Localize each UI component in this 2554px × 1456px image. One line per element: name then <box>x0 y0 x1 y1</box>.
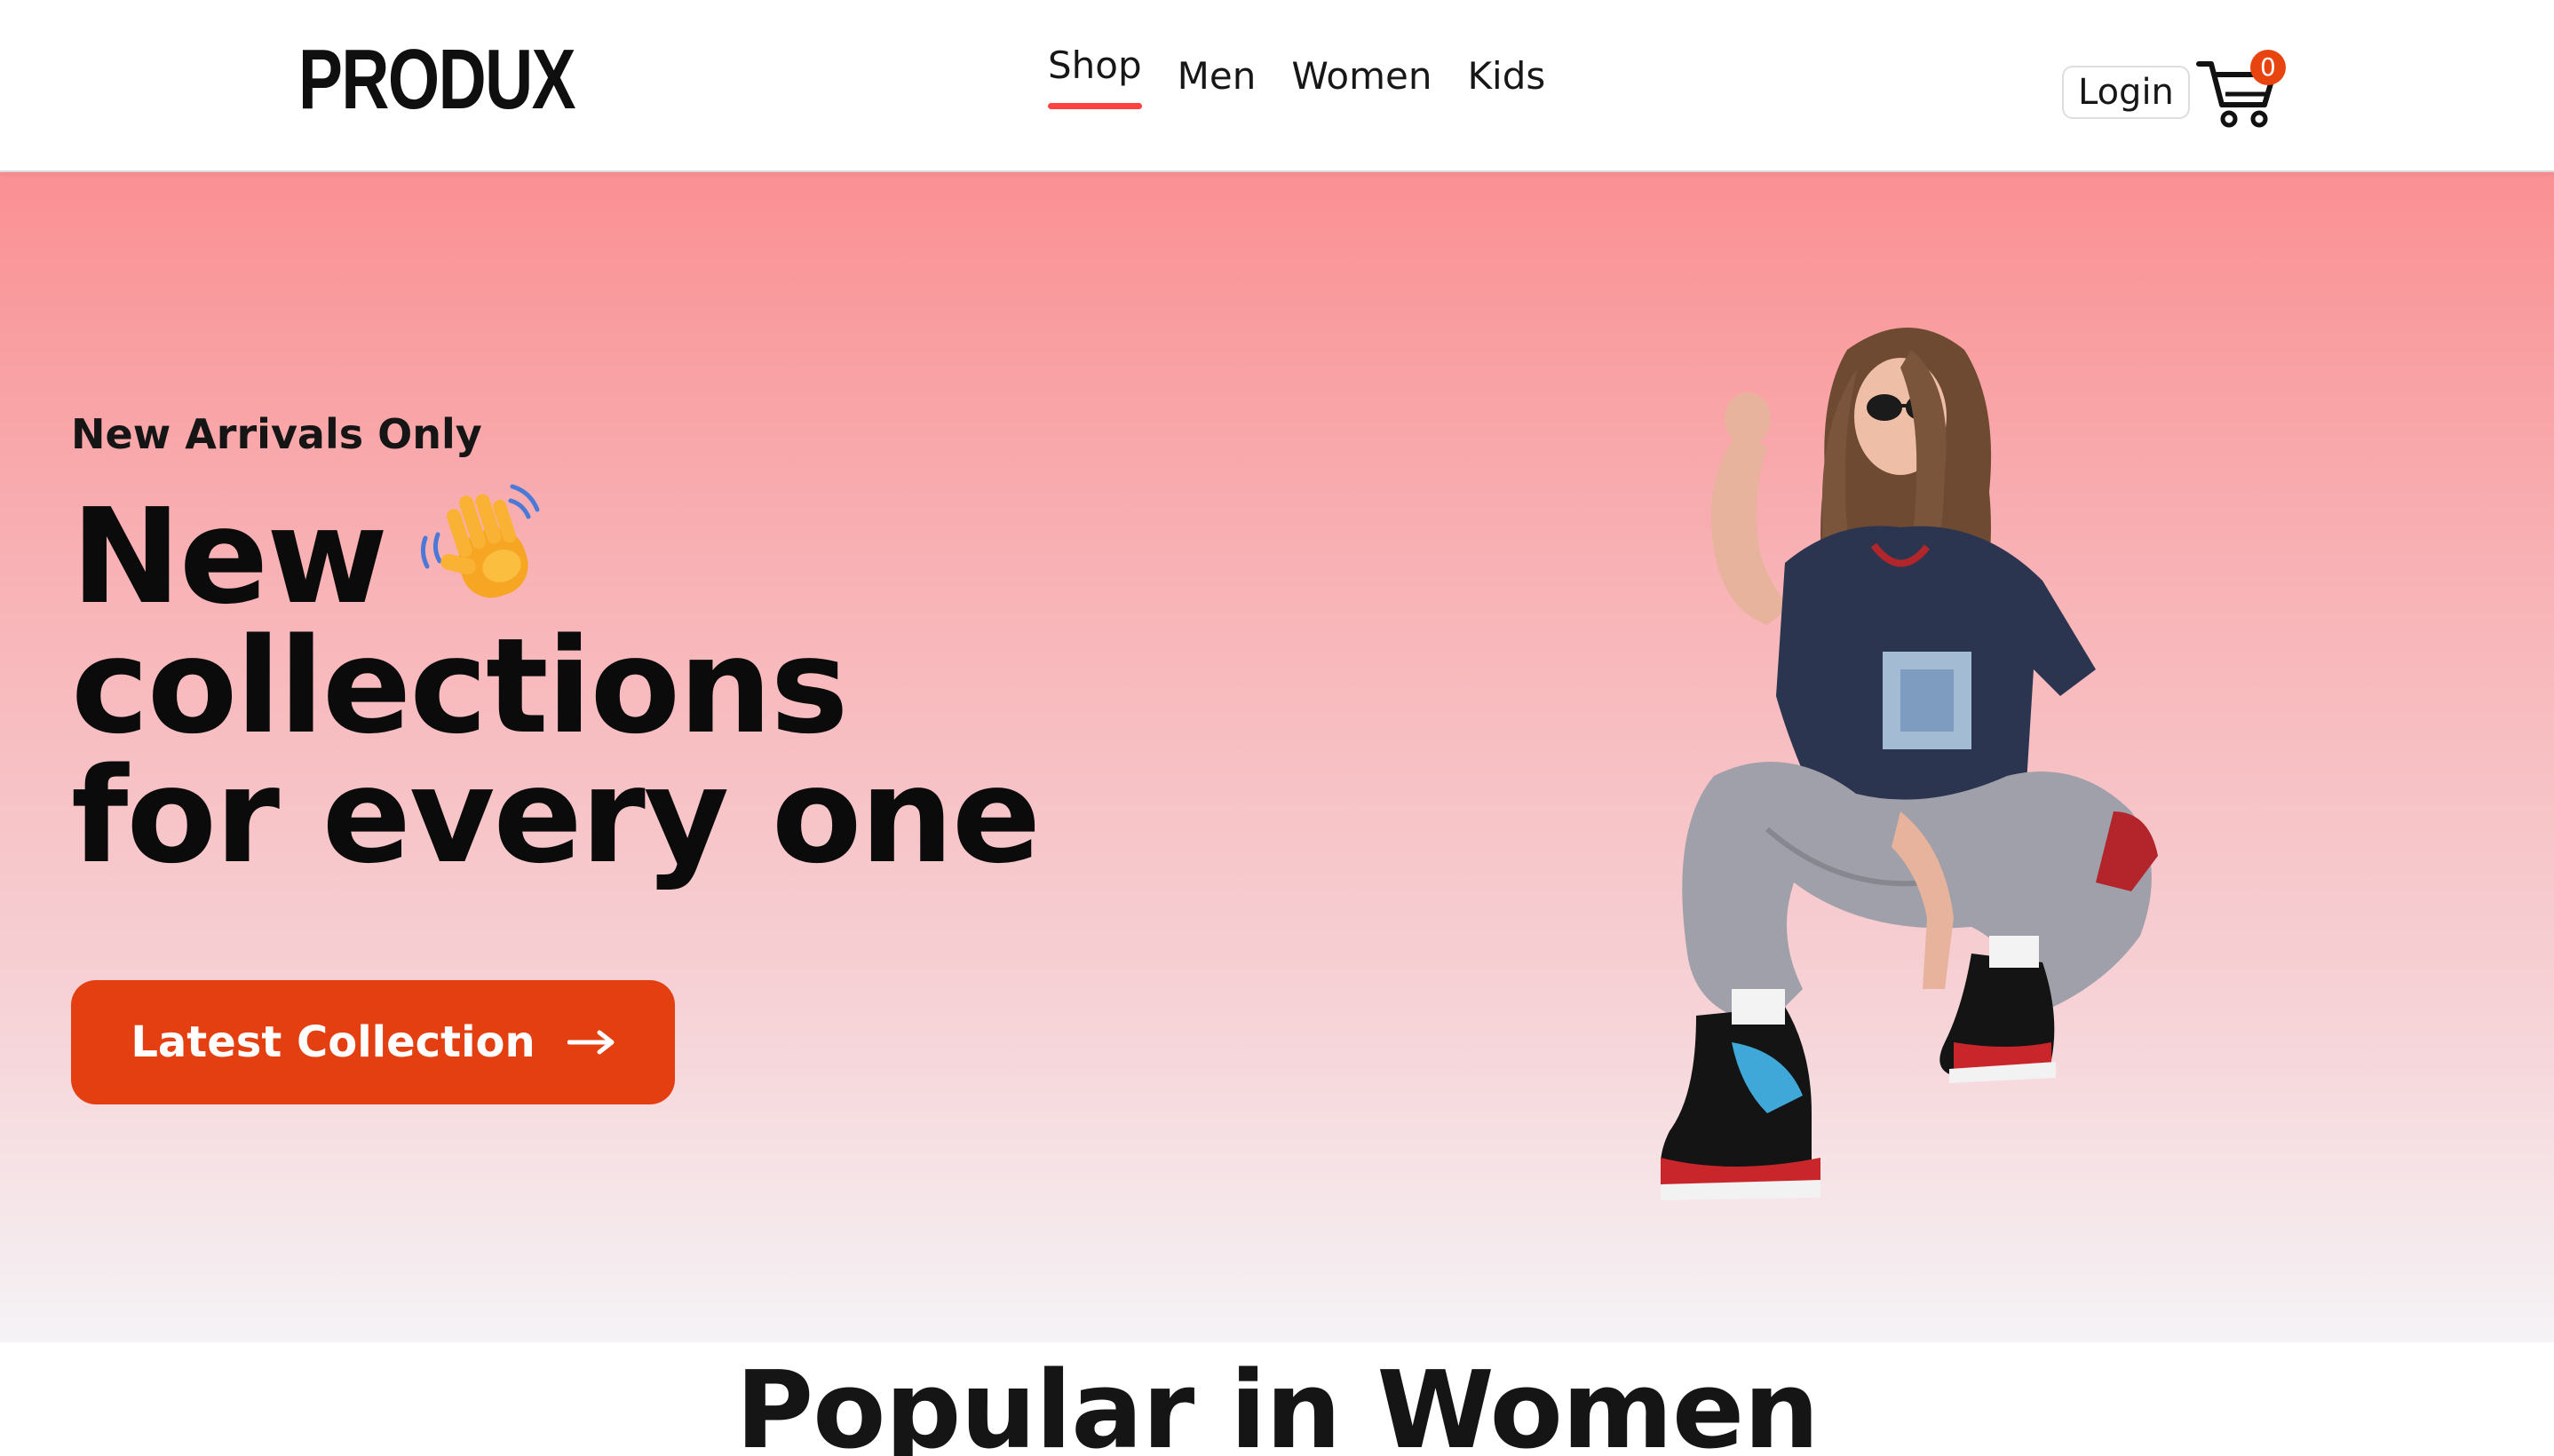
hero-headline-line-1: New <box>71 484 1039 622</box>
nav-item-kids[interactable]: Kids <box>1467 51 1545 101</box>
hero-headline-line-3: for every one <box>71 740 1041 892</box>
nav-actions: Login 0 <box>2062 50 2286 130</box>
nav-item-label: Women <box>1291 54 1432 98</box>
nav-item-label: Men <box>1177 54 1257 98</box>
waving-hand-icon <box>413 476 555 618</box>
page: PRODUX Shop Men Women Kids Login 0 New A… <box>0 0 2554 1456</box>
popular-section-title: Popular in Women <box>735 1349 1820 1456</box>
nav-item-label: Kids <box>1467 54 1546 98</box>
active-nav-underline <box>1048 103 1142 109</box>
cart-count-badge: 0 <box>2249 50 2286 85</box>
brand-logo[interactable]: PRODUX <box>298 36 576 124</box>
navbar: PRODUX Shop Men Women Kids Login 0 <box>0 0 2554 172</box>
cart-button[interactable]: 0 <box>2195 50 2286 130</box>
login-button[interactable]: Login <box>2062 66 2190 119</box>
nav-item-women[interactable]: Women <box>1291 51 1432 101</box>
hero-headline-line-2: collections <box>71 610 849 763</box>
hero-model-image <box>1661 328 2158 1200</box>
nav-menu: Shop Men Women Kids <box>1048 44 1545 109</box>
hero-eyebrow: New Arrivals Only <box>71 410 482 458</box>
nav-item-shop[interactable]: Shop <box>1048 41 1142 109</box>
latest-collection-button[interactable]: Latest Collection <box>71 980 675 1104</box>
arrow-right-icon <box>567 1029 615 1056</box>
nav-item-men[interactable]: Men <box>1178 51 1257 101</box>
hero-section: New Arrivals Only New collections for ev… <box>0 172 2554 1342</box>
hero-headline: New collections for every one <box>71 484 1041 892</box>
nav-item-label: Shop <box>1048 44 1142 87</box>
cta-label: Latest Collection <box>131 1017 535 1067</box>
